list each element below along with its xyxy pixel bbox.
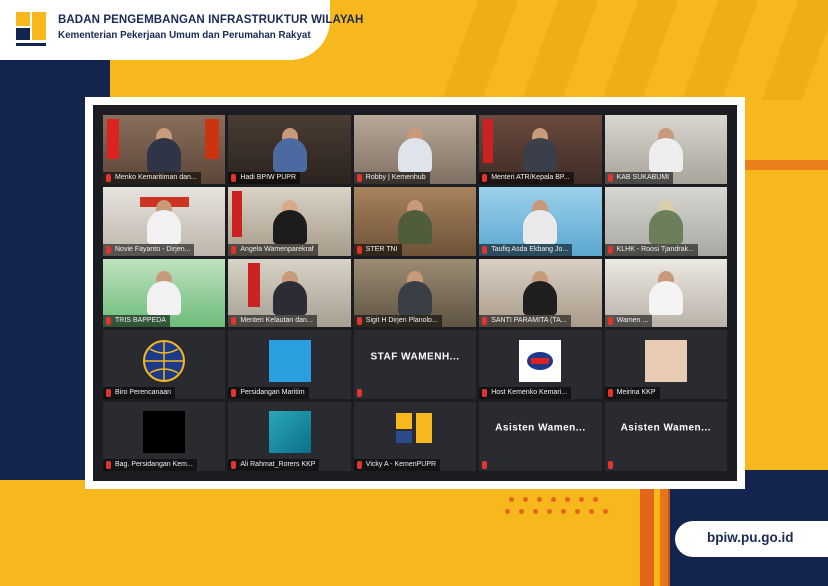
participant-name: Meirina KKP	[604, 387, 660, 400]
mic-muted-icon	[106, 245, 111, 254]
participant-name: Menko Kemaritiman dan...	[103, 171, 201, 184]
mic-muted-icon	[482, 173, 488, 182]
mic-muted-icon	[231, 245, 237, 254]
mic-muted-icon	[106, 461, 111, 469]
participant-tile[interactable]: KAB SUKABUMI	[604, 115, 727, 184]
mic-muted-icon	[482, 461, 488, 469]
participant-tile[interactable]: STER TNI	[353, 186, 477, 256]
mic-muted-icon	[482, 389, 488, 398]
profile-picture	[644, 339, 687, 382]
participant-name: Bag. Persidangan Kem...	[103, 459, 197, 471]
participant-tile[interactable]: KLHK - Roosi Tjandrak...	[604, 186, 727, 256]
mic-muted-icon	[231, 173, 237, 182]
participant-tile[interactable]: Asisten Wamen...	[604, 402, 727, 471]
participant-tile[interactable]: TRIS BAPPEDA	[103, 258, 226, 328]
participant-tile[interactable]: Persidangan Maritim	[228, 330, 351, 400]
participant-tile[interactable]: Novie Fayanto - Dirjen...	[103, 186, 226, 256]
profile-picture	[268, 411, 311, 454]
mic-muted-icon	[356, 461, 362, 469]
participant-tile[interactable]: STAF WAMENH...	[353, 330, 477, 400]
participant-name: Angela Wamenparekraf	[228, 243, 318, 256]
org-subtitle: Kementerian Pekerjaan Umum dan Perumahan…	[58, 30, 311, 41]
participant-tile[interactable]: Bag. Persidangan Kem...	[103, 402, 226, 471]
participant-tile[interactable]: Robby | Kemenhub	[353, 115, 477, 184]
video-grid: Menko Kemaritiman dan... Hadi BPIW PUPR …	[93, 105, 737, 481]
mic-muted-icon	[607, 461, 613, 469]
participant-tile[interactable]: Wamen ...	[604, 258, 727, 328]
bg-stripe	[601, 0, 679, 100]
participant-tile[interactable]: Sigit H Dirjen Planolo...	[353, 258, 477, 328]
participant-tile[interactable]: Hadi BPIW PUPR	[228, 115, 351, 184]
mic-muted-icon	[356, 317, 362, 326]
mic-muted-icon	[607, 317, 613, 326]
profile-picture	[519, 339, 562, 382]
header-banner: BADAN PENGEMBANGAN INFRASTRUKTUR WILAYAH…	[0, 0, 363, 60]
participant-name: TRIS BAPPEDA	[103, 315, 170, 328]
participant-name: Host Kemenko Kemari...	[479, 387, 572, 400]
globe-logo-icon	[143, 339, 186, 382]
org-title: BADAN PENGEMBANGAN INFRASTRUKTUR WILAYAH	[58, 14, 364, 26]
mic-muted-icon	[356, 173, 362, 182]
participant-name: Biro Perencanaan	[103, 387, 176, 400]
mic-muted-icon	[106, 173, 111, 182]
participant-tile[interactable]: SANTI PARAMITA (TA...	[479, 258, 602, 328]
mic-muted-icon	[607, 389, 613, 398]
mic-muted-icon	[106, 389, 111, 398]
participant-tile[interactable]: Biro Perencanaan	[103, 330, 226, 400]
participant-tile[interactable]: Host Kemenko Kemari...	[479, 330, 602, 400]
bg-orange-bar	[660, 489, 670, 586]
participant-name: Novie Fayanto - Dirjen...	[103, 243, 195, 256]
participant-tile[interactable]: Taufiq Asda Ekbang Jo...	[479, 186, 602, 256]
bg-stripe	[521, 0, 599, 100]
participant-name: SANTI PARAMITA (TA...	[479, 315, 571, 328]
mic-muted-icon	[231, 461, 237, 469]
mic-muted-icon	[106, 317, 111, 326]
decorative-dots	[505, 493, 615, 523]
bg-stripe	[761, 0, 828, 100]
participant-name: Vicky A - KemenPUPR	[353, 459, 441, 471]
participant-name: Sigit H Dirjen Planolo...	[353, 315, 442, 328]
participant-name: KAB SUKABUMI	[604, 171, 674, 184]
participant-name: Menteri Kelautan dan...	[228, 315, 317, 328]
mic-muted-icon	[607, 173, 613, 182]
participant-tile[interactable]: Vicky A - KemenPUPR	[353, 402, 477, 471]
participant-tile[interactable]: Menteri Kelautan dan...	[228, 258, 351, 328]
mic-muted-icon	[231, 389, 237, 398]
participant-tile[interactable]: Asisten Wamen...	[479, 402, 602, 471]
participant-tile[interactable]: Ali Rahmat_Rorers KKP	[228, 402, 351, 471]
participant-tile[interactable]: Meirina KKP	[604, 330, 727, 400]
mic-muted-icon	[356, 389, 362, 398]
participant-text-avatar: Asisten Wamen...	[620, 422, 712, 434]
participant-name: Ali Rahmat_Rorers KKP	[228, 459, 320, 471]
participant-name: Taufiq Asda Ekbang Jo...	[479, 243, 573, 256]
participant-name: KLHK - Roosi Tjandrak...	[604, 243, 698, 256]
participant-tile[interactable]: Angela Wamenparekraf	[228, 186, 351, 256]
participant-tile[interactable]: Menko Kemaritiman dan...	[103, 115, 226, 184]
bg-orange-bar	[640, 489, 654, 586]
mic-muted-icon	[482, 245, 488, 254]
bg-stripe	[441, 0, 519, 100]
participant-name: Menteri ATR/Kepala BP...	[479, 171, 574, 184]
participant-name: Robby | Kemenhub	[353, 171, 430, 184]
pupr-logo-icon	[395, 413, 432, 444]
mic-muted-icon	[607, 245, 613, 254]
participant-tile[interactable]: Menteri ATR/Kepala BP...	[479, 115, 602, 184]
website-url: bpiw.pu.go.id	[707, 530, 794, 545]
profile-picture	[268, 339, 311, 382]
pupr-logo	[12, 10, 52, 50]
participant-text-avatar: STAF WAMENH...	[370, 351, 460, 363]
profile-picture	[143, 411, 186, 454]
bg-orange-bar	[744, 160, 828, 170]
participant-name: Persidangan Maritim	[228, 387, 309, 400]
mic-muted-icon	[482, 317, 488, 326]
participant-text-avatar: Asisten Wamen...	[495, 422, 586, 434]
participant-name: Hadi BPIW PUPR	[228, 171, 301, 184]
mic-muted-icon	[356, 245, 362, 254]
bg-stripe	[681, 0, 759, 100]
